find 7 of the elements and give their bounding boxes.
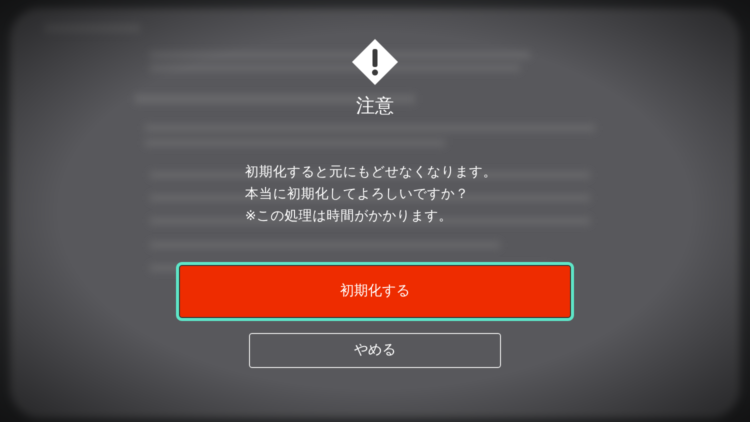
dialog-title: 注意 [356, 94, 394, 118]
warning-icon [351, 38, 399, 86]
confirm-button[interactable]: 初期化する [179, 265, 571, 318]
message-line: ※この処理は時間がかかります。 [245, 207, 452, 226]
message-line: 初期化すると元にもどせなくなります。 [245, 163, 497, 182]
message-line: 本当に初期化してよろしいですか？ [245, 185, 469, 204]
cancel-button[interactable]: やめる [249, 333, 501, 368]
